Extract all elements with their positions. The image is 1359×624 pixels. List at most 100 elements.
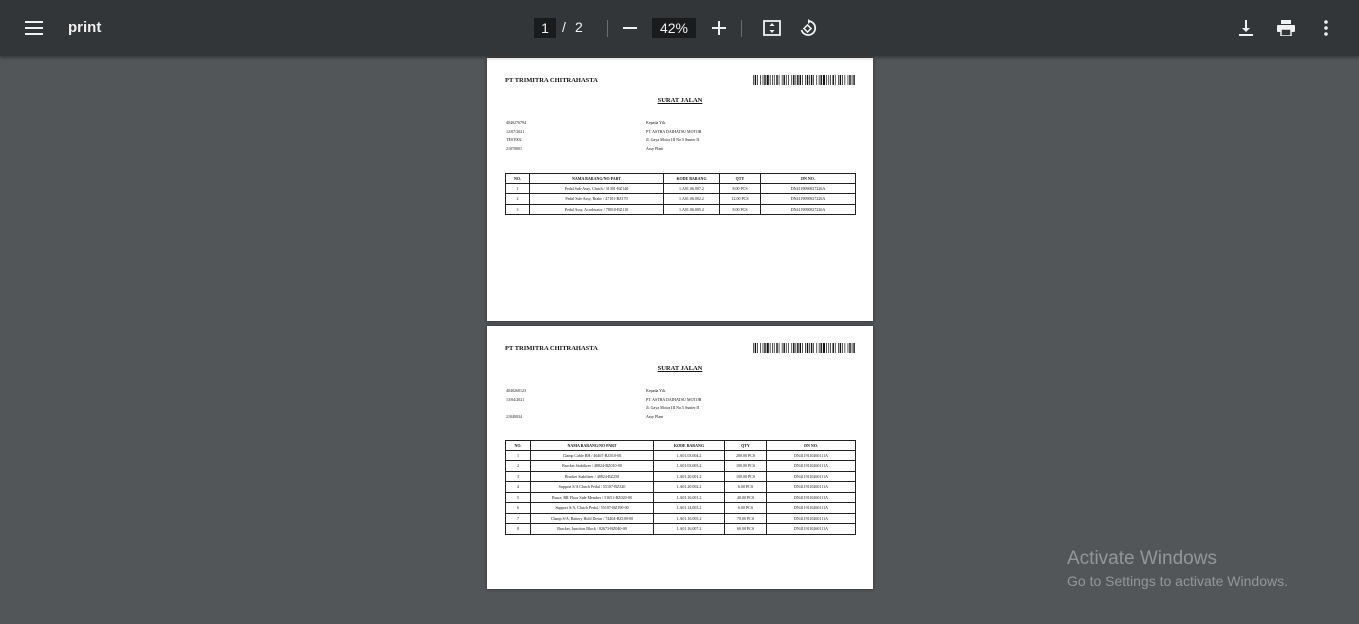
barcode-image xyxy=(753,343,855,353)
download-icon[interactable] xyxy=(1230,12,1262,44)
table-cell: 8.00 PCS xyxy=(719,182,761,194)
table-cell: 1.A01.06.005.2 xyxy=(663,203,720,215)
column-header: QTY xyxy=(724,440,767,451)
column-header: NAMA BARANG/NO PART xyxy=(530,440,654,451)
table-cell: 40.00 PCS xyxy=(724,491,767,503)
fit-page-icon[interactable] xyxy=(756,12,788,44)
table-cell: 2 xyxy=(505,460,531,472)
table-cell: 100.00 PCS xyxy=(724,470,767,482)
document-meta-left: 4040276794 12/07/2021 TEST002 21070001 xyxy=(506,119,526,153)
table-cell: 1.A01.16.001.2 xyxy=(653,491,725,503)
table-cell: 70.00 PCS xyxy=(724,512,767,524)
address-line: Assy Plant xyxy=(646,145,664,151)
print-icon[interactable] xyxy=(1270,12,1302,44)
table-cell: DN4119110260111A xyxy=(766,523,856,535)
table-cell: 5 xyxy=(505,491,531,503)
table-cell: 3 xyxy=(505,203,530,215)
table-row: 5 Brace, RR Floor Side Member / 51651-BZ0… xyxy=(505,491,856,503)
total-pages: 2 xyxy=(575,19,583,35)
table-cell: DN4119110260111A xyxy=(766,481,856,493)
meta-value: 21040034 xyxy=(506,413,522,419)
watermark-title: Activate Windows xyxy=(1067,548,1217,569)
windows-activation-watermark: Activate Windows Go to Settings to activ… xyxy=(1067,548,1288,589)
table-row: 3 Bracket Stabilizer / 48824-BZ250 1.A01.2… xyxy=(505,470,856,482)
table-cell: 3 xyxy=(505,470,531,482)
column-header: NAMA BARANG/NO PART xyxy=(529,173,664,184)
table-cell: 2 xyxy=(505,193,530,205)
pdf-page-2: PT TRIMITRA CHITRAHASTA SURAT JALAN 4040… xyxy=(487,326,873,589)
table-cell: DN4119110260111A xyxy=(766,502,856,514)
table-row: 6 Support S/A, Clutch Pedal / 55107-BZ190… xyxy=(505,502,856,514)
menu-icon[interactable] xyxy=(18,12,50,44)
table-cell: 4 xyxy=(505,481,531,493)
table-cell: 12.00 PCS xyxy=(719,193,761,205)
document-heading: SURAT JALAN xyxy=(657,365,703,372)
table-cell: 6.00 PCS xyxy=(724,502,767,514)
table-cell: 200.00 PCS xyxy=(724,449,767,461)
table-cell: Clamp Cable RH / 46467-BZ010-00 xyxy=(530,449,654,461)
meta-value: 21070001 xyxy=(506,145,522,151)
meta-value: TEST002 xyxy=(506,137,522,143)
table-cell: 60.00 PCS xyxy=(724,523,767,535)
address-line: Kepada Yth. xyxy=(646,388,667,393)
address-line: PT. ASTRA DAIHATSU MOTOR xyxy=(646,396,702,402)
meta-value: 13/04/2021 xyxy=(506,396,525,402)
table-cell: 1.A01.20.002.2 xyxy=(653,481,725,493)
pdf-toolbar: print 1 / 2 42% xyxy=(0,0,1359,56)
table-cell: 100.00 PCS xyxy=(724,460,767,472)
table-cell: 1.A01.16.007.2 xyxy=(653,523,725,535)
table-cell: 1 xyxy=(505,182,530,194)
table-cell: DN4119090827226A xyxy=(760,203,856,215)
barcode-image xyxy=(753,75,855,85)
table-cell: 7 xyxy=(505,512,531,524)
table-row: 3 Pedal Assy, Accelerator / 78010-BZ110 1.… xyxy=(505,203,856,215)
recipient-address: Kepada Yth. PT. ASTRA DAIHATSU MOTOR Jl.… xyxy=(646,119,701,153)
plus-icon[interactable] xyxy=(703,12,735,44)
more-vert-icon[interactable] xyxy=(1310,12,1342,44)
table-cell: DN4119090827226A xyxy=(760,193,856,205)
address-line: Jl. Gaya Motor III No.5 Sunter II xyxy=(646,405,700,411)
table-cell: 1.A01.20.001.2 xyxy=(653,470,725,482)
page-separator: / xyxy=(562,19,566,35)
column-header: QTY xyxy=(719,173,761,184)
table-cell: Pedal Assy, Accelerator / 78010-BZ110 xyxy=(529,203,664,215)
table-cell: 1.A01.16.005.2 xyxy=(653,512,725,524)
address-line: Assy Plant xyxy=(646,413,664,419)
table-cell: 1.A01.14.003.2 xyxy=(653,502,725,514)
table-cell: DN4119110260111A xyxy=(766,491,856,503)
rotate-icon[interactable] xyxy=(792,12,824,44)
table-cell: Clamp S/A, Battery Hold Down / 74404-BZ1… xyxy=(530,512,654,524)
address-line: Jl. Gaya Motor III No.5 Sunter II xyxy=(646,137,700,143)
column-header: NO. xyxy=(505,173,530,184)
table-cell: DN4119110260111A xyxy=(766,470,856,482)
document-meta-left: 4040260123 13/04/2021 21040034 xyxy=(506,387,526,421)
table-cell: Bracket Stabilizer / 48824-BZ250 xyxy=(530,470,654,482)
table-cell: Bracket Stabilizer / 48824-BZ010-00 xyxy=(530,460,654,472)
table-cell: DN4119110260111A xyxy=(766,449,856,461)
document-heading: SURAT JALAN xyxy=(657,97,703,104)
current-page-input[interactable]: 1 xyxy=(534,18,556,38)
table-cell: 8 xyxy=(505,523,531,535)
table-cell: 8.00 PCS xyxy=(719,203,761,215)
table-row: 2 Pedal Sub-Assy, Brake / 47101-BZ170 1.A0… xyxy=(505,193,856,205)
column-header: NO. xyxy=(505,440,531,451)
toolbar-divider xyxy=(607,20,608,37)
meta-value xyxy=(506,404,526,413)
table-row: 1 Pedal Sub-Assy, Clutch / 31301-BZ140 1.A… xyxy=(505,182,856,194)
column-header: KODE BARANG xyxy=(663,173,720,184)
pdf-page-1: PT TRIMITRA CHITRAHASTA SURAT JALAN 4040… xyxy=(487,58,873,321)
meta-value: 12/07/2021 xyxy=(506,128,525,134)
recipient-address: Kepada Yth. PT. ASTRA DAIHATSU MOTOR Jl.… xyxy=(646,387,701,421)
zoom-level-input[interactable]: 42% xyxy=(652,18,696,38)
column-header: KODE BARANG xyxy=(653,440,725,451)
table-cell: 1.A01.03.003.2 xyxy=(653,460,725,472)
table-cell: Pedal Sub-Assy, Brake / 47101-BZ170 xyxy=(529,193,664,205)
company-name: PT TRIMITRA CHITRAHASTA xyxy=(505,345,598,352)
table-row: 7 Clamp S/A, Battery Hold Down / 74404-BZ… xyxy=(505,512,856,524)
table-cell: 1.A01.03.004.2 xyxy=(653,449,725,461)
table-cell: Bracket, Junction Block / 82673-BZ040-00 xyxy=(530,523,654,535)
table-cell: Support S/A Clutch Pedal / 55107-BZ320 xyxy=(530,481,654,493)
minus-icon[interactable] xyxy=(614,12,646,44)
table-cell: Brace, RR Floor Side Member / 51651-BZ02… xyxy=(530,491,654,503)
table-cell: DN4119110260111A xyxy=(766,512,856,524)
